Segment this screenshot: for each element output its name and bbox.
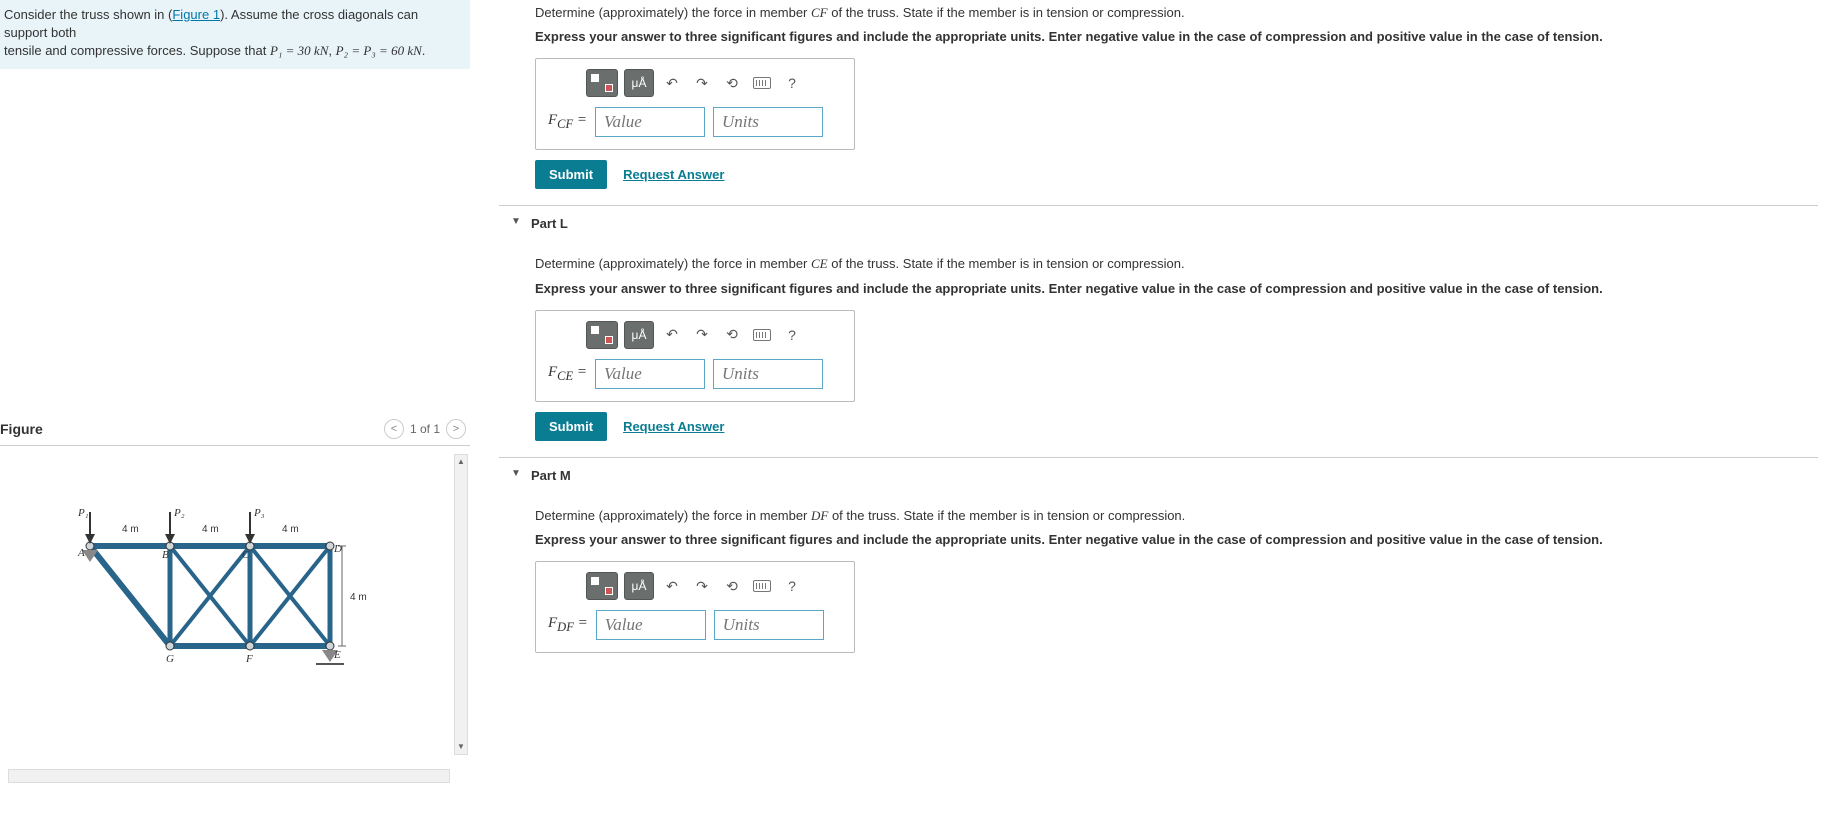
- part-cf-member: CF: [811, 5, 828, 20]
- ps-sep: ,: [328, 43, 335, 58]
- units-input-ce[interactable]: [713, 359, 823, 389]
- var-label-ce: FCE =: [548, 364, 587, 384]
- figure-scrollbar-horizontal[interactable]: [8, 769, 450, 783]
- symbol-toolbar-cf: μÅ ↶ ↷ ⟲ ?: [548, 69, 842, 97]
- figure-next-button[interactable]: >: [446, 419, 466, 439]
- undo-icon[interactable]: ↶: [660, 572, 684, 600]
- ps-end: .: [422, 43, 426, 58]
- figure-scrollbar-vertical[interactable]: ▲ ▼: [454, 454, 468, 755]
- dim-span-3: 4 m: [282, 524, 299, 535]
- answer-box-ce: μÅ ↶ ↷ ⟲ ? FCE =: [535, 310, 855, 402]
- ps-p1: P₁ = 30 kN: [270, 43, 328, 58]
- figure-prev-button[interactable]: <: [384, 419, 404, 439]
- units-input-cf[interactable]: [713, 107, 823, 137]
- part-l-header[interactable]: Part L: [499, 205, 1818, 241]
- value-input-ce[interactable]: [595, 359, 705, 389]
- symbols-mu-button[interactable]: μÅ: [624, 69, 654, 97]
- part-cf-instruction: Express your answer to three significant…: [535, 28, 1782, 46]
- label-B: B: [162, 549, 169, 561]
- keyboard-icon[interactable]: [750, 69, 774, 97]
- figure-panel: Figure < 1 of 1 >: [0, 415, 470, 785]
- figure-header: Figure < 1 of 1 >: [0, 415, 470, 445]
- part-ce-prompt: Determine (approximately) the force in m…: [535, 255, 1782, 273]
- part-df-member: DF: [811, 508, 828, 523]
- figure-title: Figure: [0, 421, 43, 437]
- part-df-instruction: Express your answer to three significant…: [535, 531, 1782, 549]
- label-A: A: [77, 547, 85, 559]
- undo-icon[interactable]: ↶: [660, 321, 684, 349]
- var-label-df: FDF =: [548, 615, 588, 635]
- part-df-prompt-prefix: Determine (approximately) the force in m…: [535, 508, 811, 523]
- var-label-cf: FCF =: [548, 112, 587, 132]
- answer-box-cf: μÅ ↶ ↷ ⟲ ? FCF =: [535, 58, 855, 150]
- reset-icon[interactable]: ⟲: [720, 572, 744, 600]
- part-ce-prompt-prefix: Determine (approximately) the force in m…: [535, 256, 811, 271]
- symbols-mu-button[interactable]: μÅ: [624, 321, 654, 349]
- figure-counter: 1 of 1: [410, 422, 440, 436]
- dim-span-2: 4 m: [202, 524, 219, 535]
- part-df-prompt-suffix: of the truss. State if the member is in …: [828, 508, 1185, 523]
- ps-line1-prefix: Consider the truss shown in (: [4, 7, 172, 22]
- dim-height: 4 m: [350, 592, 367, 603]
- figure-body: A B C D E F G P₁ P₂ P₃ 4 m 4 m 4 m 4 m: [0, 445, 470, 785]
- answer-box-df: μÅ ↶ ↷ ⟲ ? FDF =: [535, 561, 855, 653]
- label-D: D: [333, 543, 342, 555]
- label-P2: P₂: [173, 507, 185, 519]
- help-icon[interactable]: ?: [780, 321, 804, 349]
- right-column: Determine (approximately) the force in m…: [495, 0, 1822, 817]
- figure-nav: < 1 of 1 >: [384, 419, 466, 439]
- templates-button[interactable]: [586, 69, 618, 97]
- part-cf-prompt-prefix: Determine (approximately) the force in m…: [535, 5, 811, 20]
- problem-statement: Consider the truss shown in (Figure 1). …: [0, 0, 470, 69]
- reset-icon[interactable]: ⟲: [720, 69, 744, 97]
- redo-icon[interactable]: ↷: [690, 69, 714, 97]
- templates-button[interactable]: [586, 572, 618, 600]
- units-input-df[interactable]: [714, 610, 824, 640]
- request-answer-link-cf[interactable]: Request Answer: [623, 167, 724, 182]
- redo-icon[interactable]: ↷: [690, 321, 714, 349]
- label-F: F: [245, 653, 253, 665]
- label-P1: P₁: [77, 507, 89, 519]
- label-E: E: [333, 649, 341, 661]
- label-G: G: [166, 653, 174, 665]
- keyboard-icon[interactable]: [750, 321, 774, 349]
- scroll-up-icon: ▲: [455, 455, 467, 469]
- dim-span-1: 4 m: [122, 524, 139, 535]
- part-ce-prompt-suffix: of the truss. State if the member is in …: [828, 256, 1185, 271]
- symbol-toolbar-ce: μÅ ↶ ↷ ⟲ ?: [548, 321, 842, 349]
- ps-line2-prefix: tensile and compressive forces. Suppose …: [4, 43, 270, 58]
- keyboard-icon[interactable]: [750, 572, 774, 600]
- part-df-prompt: Determine (approximately) the force in m…: [535, 507, 1782, 525]
- scroll-down-icon: ▼: [455, 740, 467, 754]
- label-C: C: [242, 549, 250, 561]
- redo-icon[interactable]: ↷: [690, 572, 714, 600]
- part-ce-instruction: Express your answer to three significant…: [535, 280, 1782, 298]
- undo-icon[interactable]: ↶: [660, 69, 684, 97]
- symbols-mu-button[interactable]: μÅ: [624, 572, 654, 600]
- part-cf-prompt-suffix: of the truss. State if the member is in …: [828, 5, 1185, 20]
- figure-link[interactable]: Figure 1: [172, 7, 220, 22]
- help-icon[interactable]: ?: [780, 572, 804, 600]
- part-m-header[interactable]: Part M: [499, 457, 1818, 493]
- help-icon[interactable]: ?: [780, 69, 804, 97]
- submit-button-ce[interactable]: Submit: [535, 412, 607, 441]
- templates-button[interactable]: [586, 321, 618, 349]
- ps-p2: P₂ = P₃ = 60 kN: [336, 43, 422, 58]
- reset-icon[interactable]: ⟲: [720, 321, 744, 349]
- left-column: Consider the truss shown in (Figure 1). …: [0, 0, 470, 817]
- request-answer-link-ce[interactable]: Request Answer: [623, 419, 724, 434]
- truss-diagram: A B C D E F G P₁ P₂ P₃ 4 m 4 m 4 m 4 m: [70, 506, 390, 696]
- submit-button-cf[interactable]: Submit: [535, 160, 607, 189]
- part-cf-prompt: Determine (approximately) the force in m…: [535, 4, 1782, 22]
- label-P3: P₃: [253, 507, 265, 519]
- value-input-df[interactable]: [596, 610, 706, 640]
- value-input-cf[interactable]: [595, 107, 705, 137]
- symbol-toolbar-df: μÅ ↶ ↷ ⟲ ?: [548, 572, 842, 600]
- part-ce-member: CE: [811, 256, 828, 271]
